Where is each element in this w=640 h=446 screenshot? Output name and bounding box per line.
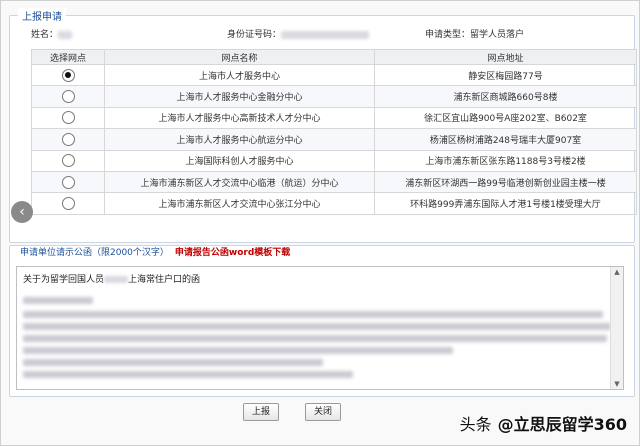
table-row[interactable]: 上海市浦东新区人才交流中心张江分中心 环科路999弄浦东国际人才港1号楼1楼受理… xyxy=(31,192,637,215)
blurred-text-line xyxy=(23,323,611,330)
select-radio[interactable] xyxy=(61,154,75,168)
watermark: 头条 @立思辰留学360 xyxy=(459,415,627,434)
select-radio[interactable] xyxy=(61,175,75,189)
notice-panel: 申请单位请示公函（限2000个汉字） 申请报告公函word模板下载 关于为留学回国… xyxy=(9,245,635,397)
type-value: 留学人员落户 xyxy=(470,30,525,40)
point-address: 静安区梅园路77号 xyxy=(374,63,637,87)
table-row[interactable]: 上海国际科创人才服务中心 上海市浦东新区张东路1188号3号楼2楼 xyxy=(31,149,637,172)
table-row[interactable]: 上海市人才服务中心金融分中心 浦东新区商城路660号8楼 xyxy=(31,85,637,108)
blurred-text-line xyxy=(23,297,93,304)
table-header-row: 选择网点 网点名称 网点地址 xyxy=(31,49,637,65)
point-name: 上海市人才服务中心高新技术人才分中心 xyxy=(104,106,375,130)
scroll-down-icon[interactable]: ▼ xyxy=(611,379,623,389)
section-title: 上报申请 xyxy=(18,8,66,23)
select-radio[interactable] xyxy=(61,90,75,104)
table-row[interactable]: 上海市浦东新区人才交流中心临港（航运）分中心 浦东新区环湖西一路99号临港创新创… xyxy=(31,170,637,194)
point-name: 上海国际科创人才服务中心 xyxy=(104,149,375,172)
point-name: 上海市浦东新区人才交流中心张江分中心 xyxy=(104,192,375,215)
textarea-scrollbar[interactable]: ▲ ▼ xyxy=(610,267,623,389)
point-address: 上海市浦东新区张东路1188号3号楼2楼 xyxy=(374,149,637,172)
table-row[interactable]: 上海市人才服务中心高新技术人才分中心 徐汇区宜山路900号A座202室、B602… xyxy=(31,106,637,130)
blurred-text-line xyxy=(23,347,453,354)
notice-textarea[interactable]: 关于为留学回国人员 上海常住户口的函 ▲ ▼ xyxy=(16,266,624,390)
name-field: 姓名： xyxy=(31,27,73,40)
point-address: 浦东新区环湖西一路99号临港创新创业园主楼一楼 xyxy=(374,170,637,194)
point-name: 上海市人才服务中心航运分中心 xyxy=(104,128,375,151)
notice-first-line: 关于为留学回国人员 上海常住户口的函 xyxy=(23,275,201,285)
type-field: 申请类型：留学人员落户 xyxy=(425,30,525,40)
header-select: 选择网点 xyxy=(31,49,105,65)
service-point-table: 选择网点 网点名称 网点地址 上海市人才服务中心 静安区梅园路77号 上海市人才… xyxy=(31,49,637,215)
blurred-text-line xyxy=(23,371,353,378)
template-download-link[interactable]: 申请报告公函word模板下载 xyxy=(175,248,290,258)
point-name: 上海市人才服务中心 xyxy=(104,63,375,87)
close-button[interactable]: 关闭 xyxy=(305,403,341,421)
submit-button[interactable]: 上报 xyxy=(243,403,279,421)
id-redacted xyxy=(281,30,370,39)
select-radio[interactable] xyxy=(61,111,75,125)
blurred-text-line xyxy=(23,335,607,342)
blurred-text-line xyxy=(23,311,603,318)
select-radio[interactable] xyxy=(61,68,75,82)
table-row[interactable]: 上海市人才服务中心 静安区梅园路77号 xyxy=(31,63,637,87)
name-redacted xyxy=(58,30,73,39)
scroll-up-icon[interactable]: ▲ xyxy=(611,267,623,277)
notice-header: 申请单位请示公函（限2000个汉字） 申请报告公函word模板下载 xyxy=(20,245,290,258)
point-address: 环科路999弄浦东国际人才港1号楼1楼受理大厅 xyxy=(374,192,637,215)
blurred-text-line xyxy=(23,359,323,366)
header-address: 网点地址 xyxy=(374,49,637,65)
point-address: 徐汇区宜山路900号A座202室、B602室 xyxy=(374,106,637,130)
select-radio[interactable] xyxy=(61,132,75,146)
point-name: 上海市浦东新区人才交流中心临港（航运）分中心 xyxy=(104,170,375,194)
table-row[interactable]: 上海市人才服务中心航运分中心 杨浦区杨树浦路248号瑞丰大厦907室 xyxy=(31,128,637,151)
point-name: 上海市人才服务中心金融分中心 xyxy=(104,85,375,108)
select-radio[interactable] xyxy=(61,197,75,211)
point-address: 浦东新区商城路660号8楼 xyxy=(374,85,637,108)
id-field: 身份证号码： xyxy=(227,27,370,40)
header-name: 网点名称 xyxy=(104,49,375,65)
notice-label: 申请单位请示公函（限2000个汉字） xyxy=(20,248,169,258)
chevron-left-icon[interactable]: ‹ xyxy=(11,201,33,223)
point-address: 杨浦区杨树浦路248号瑞丰大厦907室 xyxy=(374,128,637,151)
application-window: 上报申请 姓名： 身份证号码： 申请类型：留学人员落户 选择网点 网点名称 网点… xyxy=(0,0,640,446)
